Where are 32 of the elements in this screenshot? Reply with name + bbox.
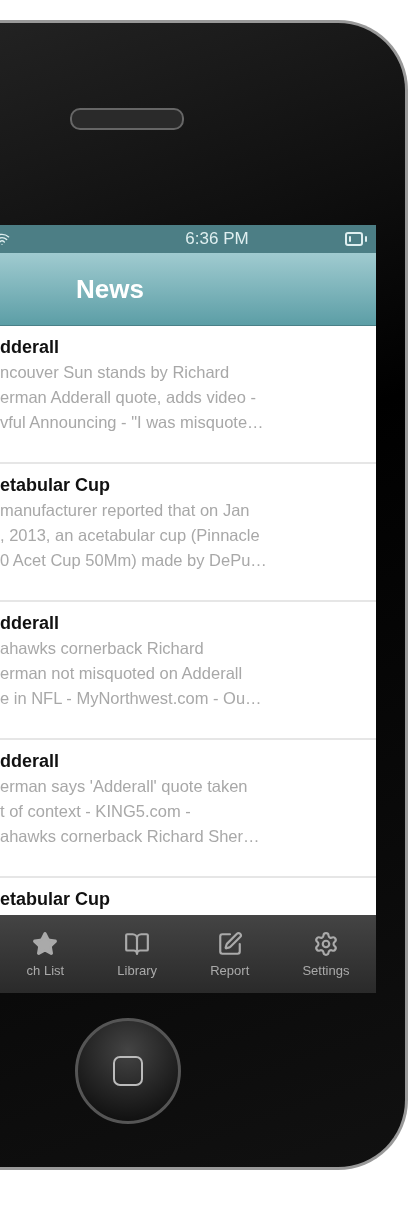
tab-item[interactable]: Report bbox=[210, 930, 250, 978]
article-snippet: erman not misquoted on Adderall bbox=[0, 663, 244, 684]
settings-icon bbox=[312, 930, 339, 957]
article-snippet: vful Announcing - "I was misquote… bbox=[0, 412, 265, 433]
tab-item[interactable]: Settings bbox=[302, 930, 350, 978]
article-snippet: erman says 'Adderall' quote taken bbox=[0, 776, 249, 797]
article-snippet: t of context - KING5.com - bbox=[0, 801, 192, 822]
compose-icon bbox=[216, 930, 243, 957]
article-snippet: ahawks cornerback Richard Sher… bbox=[0, 826, 261, 847]
tab-item[interactable]: Library bbox=[117, 930, 158, 978]
article-title: etabular Cup bbox=[0, 474, 111, 497]
star-icon bbox=[32, 930, 59, 957]
status-time: 6:36 PM bbox=[185, 229, 249, 249]
article-title: dderall bbox=[0, 336, 61, 359]
tab-item[interactable]: ch List bbox=[26, 930, 65, 978]
nav-title: News bbox=[76, 273, 144, 305]
article-row[interactable]: dderall erman says 'Adderall' quote taken t of context - KING5.com - ahawks cornerback Richard Sher… bbox=[0, 740, 376, 878]
square-icon bbox=[113, 1056, 143, 1086]
article-title: dderall bbox=[0, 750, 61, 773]
article-snippet: erman Adderall quote, adds video - bbox=[0, 387, 257, 408]
article-snippet: manufacturer reported that on Jan bbox=[0, 500, 251, 521]
article-snippet: ncouver Sun stands by Richard bbox=[0, 362, 231, 383]
article-row[interactable]: etabular Cup manufacturer reported that on Jan , 2013, an acetabular cup (Pinnacle 0 Acet Cup 50Mm) made by DePu… bbox=[0, 464, 376, 602]
article-snippet: 0 Acet Cup 50Mm) made by DePu… bbox=[0, 550, 268, 571]
article-title: dderall bbox=[0, 612, 61, 635]
book-icon bbox=[124, 930, 151, 957]
article-row[interactable]: dderall ahawks cornerback Richard erman not misquoted on Adderall e in NFL - MyNorthwest.com - Ou… bbox=[0, 602, 376, 740]
article-title: etabular Cup bbox=[0, 888, 111, 911]
article-row[interactable]: dderall ncouver Sun stands by Richard erman Adderall quote, adds video - vful Announcing - "I was misquote… bbox=[0, 326, 376, 464]
article-snippet: e in NFL - MyNorthwest.com - Ou… bbox=[0, 688, 263, 709]
article-snippet: , 2013, an acetabular cup (Pinnacle bbox=[0, 525, 261, 546]
article-snippet: ahawks cornerback Richard bbox=[0, 638, 205, 659]
